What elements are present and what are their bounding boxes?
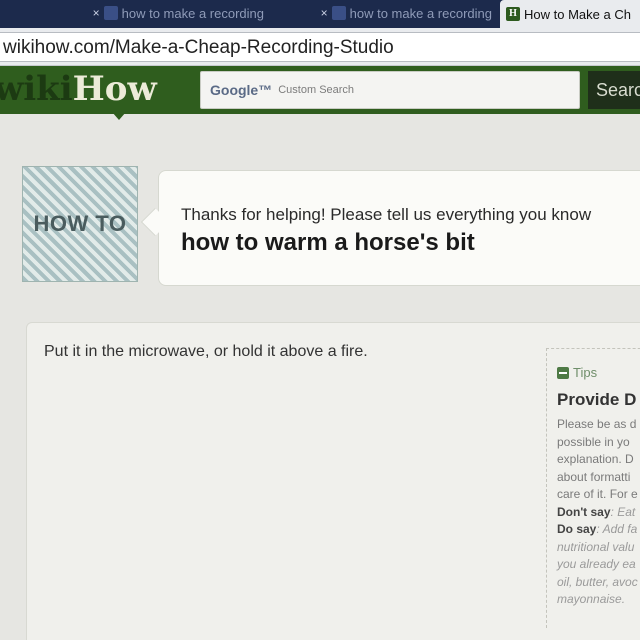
- close-tab-icon[interactable]: ×: [321, 6, 328, 20]
- browser-tab[interactable]: × how to make a recording: [0, 0, 270, 26]
- tips-title: Provide D: [557, 390, 637, 409]
- tab-label: how to make a recording: [349, 5, 492, 21]
- logo-tail-decoration: [112, 112, 126, 120]
- tab-label: How to Make a Ch: [524, 6, 631, 22]
- tips-do-line: Do say: Add fa: [557, 521, 640, 539]
- tips-example-line: mayonnaise.: [557, 592, 626, 606]
- logo-wiki-text: wiki: [0, 69, 73, 109]
- tab-label: how to make a recording: [121, 5, 264, 21]
- tips-header[interactable]: Tips: [557, 365, 640, 380]
- browser-tab[interactable]: × how to make a recording: [276, 0, 498, 26]
- tips-body: Please be as d possible in yo explanatio…: [557, 416, 640, 609]
- tips-line: possible in yo: [557, 434, 630, 449]
- dont-say-text: : Eat: [610, 504, 636, 519]
- helper-prompt: Thanks for helping! Please tell us every…: [181, 205, 592, 224]
- tips-heading: Tips: [573, 365, 598, 380]
- collapse-icon[interactable]: [557, 366, 569, 379]
- do-say-text: : Add fa: [596, 522, 638, 536]
- tips-line: Please be as d: [557, 417, 637, 431]
- search-button[interactable]: Searc: [588, 71, 640, 109]
- wikihow-favicon-icon: H: [506, 7, 520, 21]
- google-brand-label: Google™: [210, 82, 273, 98]
- dont-say-label: Don't say: [557, 504, 611, 519]
- favicon-icon: [331, 6, 346, 20]
- search-placeholder: Custom Search: [278, 84, 355, 96]
- tips-line: about formatti: [557, 469, 631, 484]
- close-tab-icon[interactable]: ×: [93, 6, 100, 20]
- tips-example-line: you already ea: [557, 557, 636, 571]
- tips-example-line: oil, butter, avoc: [557, 574, 638, 589]
- tips-line: explanation. D: [557, 452, 634, 466]
- address-bar[interactable]: wikihow.com/Make-a-Cheap-Recording-Studi…: [0, 32, 640, 62]
- wikihow-logo[interactable]: wikiHow: [0, 68, 157, 110]
- tips-line: care of it. For e: [557, 487, 638, 501]
- how-to-badge: HOW TO: [22, 166, 138, 282]
- tips-panel: Tips Provide D Please be as d possible i…: [546, 348, 640, 628]
- browser-tab-bar: × how to make a recording × how to make …: [0, 0, 640, 28]
- search-input[interactable]: Google™ Custom Search: [200, 71, 580, 109]
- browser-tab-active[interactable]: H How to Make a Ch: [500, 0, 640, 28]
- tips-example-line: nutritional valu: [557, 539, 635, 554]
- question-title: how to warm a horse's bit: [181, 229, 475, 256]
- how-to-label: HOW TO: [33, 211, 127, 236]
- browser-toolbar: wikihow.com/Make-a-Cheap-Recording-Studi…: [0, 28, 640, 66]
- answer-text: Put it in the microwave, or hold it abov…: [44, 343, 368, 360]
- favicon-icon: [103, 6, 118, 20]
- do-say-label: Do say: [557, 522, 597, 536]
- logo-how-text: How: [72, 69, 157, 109]
- question-bubble: [158, 170, 640, 286]
- tips-dont-line: Don't say: Eat: [557, 504, 640, 522]
